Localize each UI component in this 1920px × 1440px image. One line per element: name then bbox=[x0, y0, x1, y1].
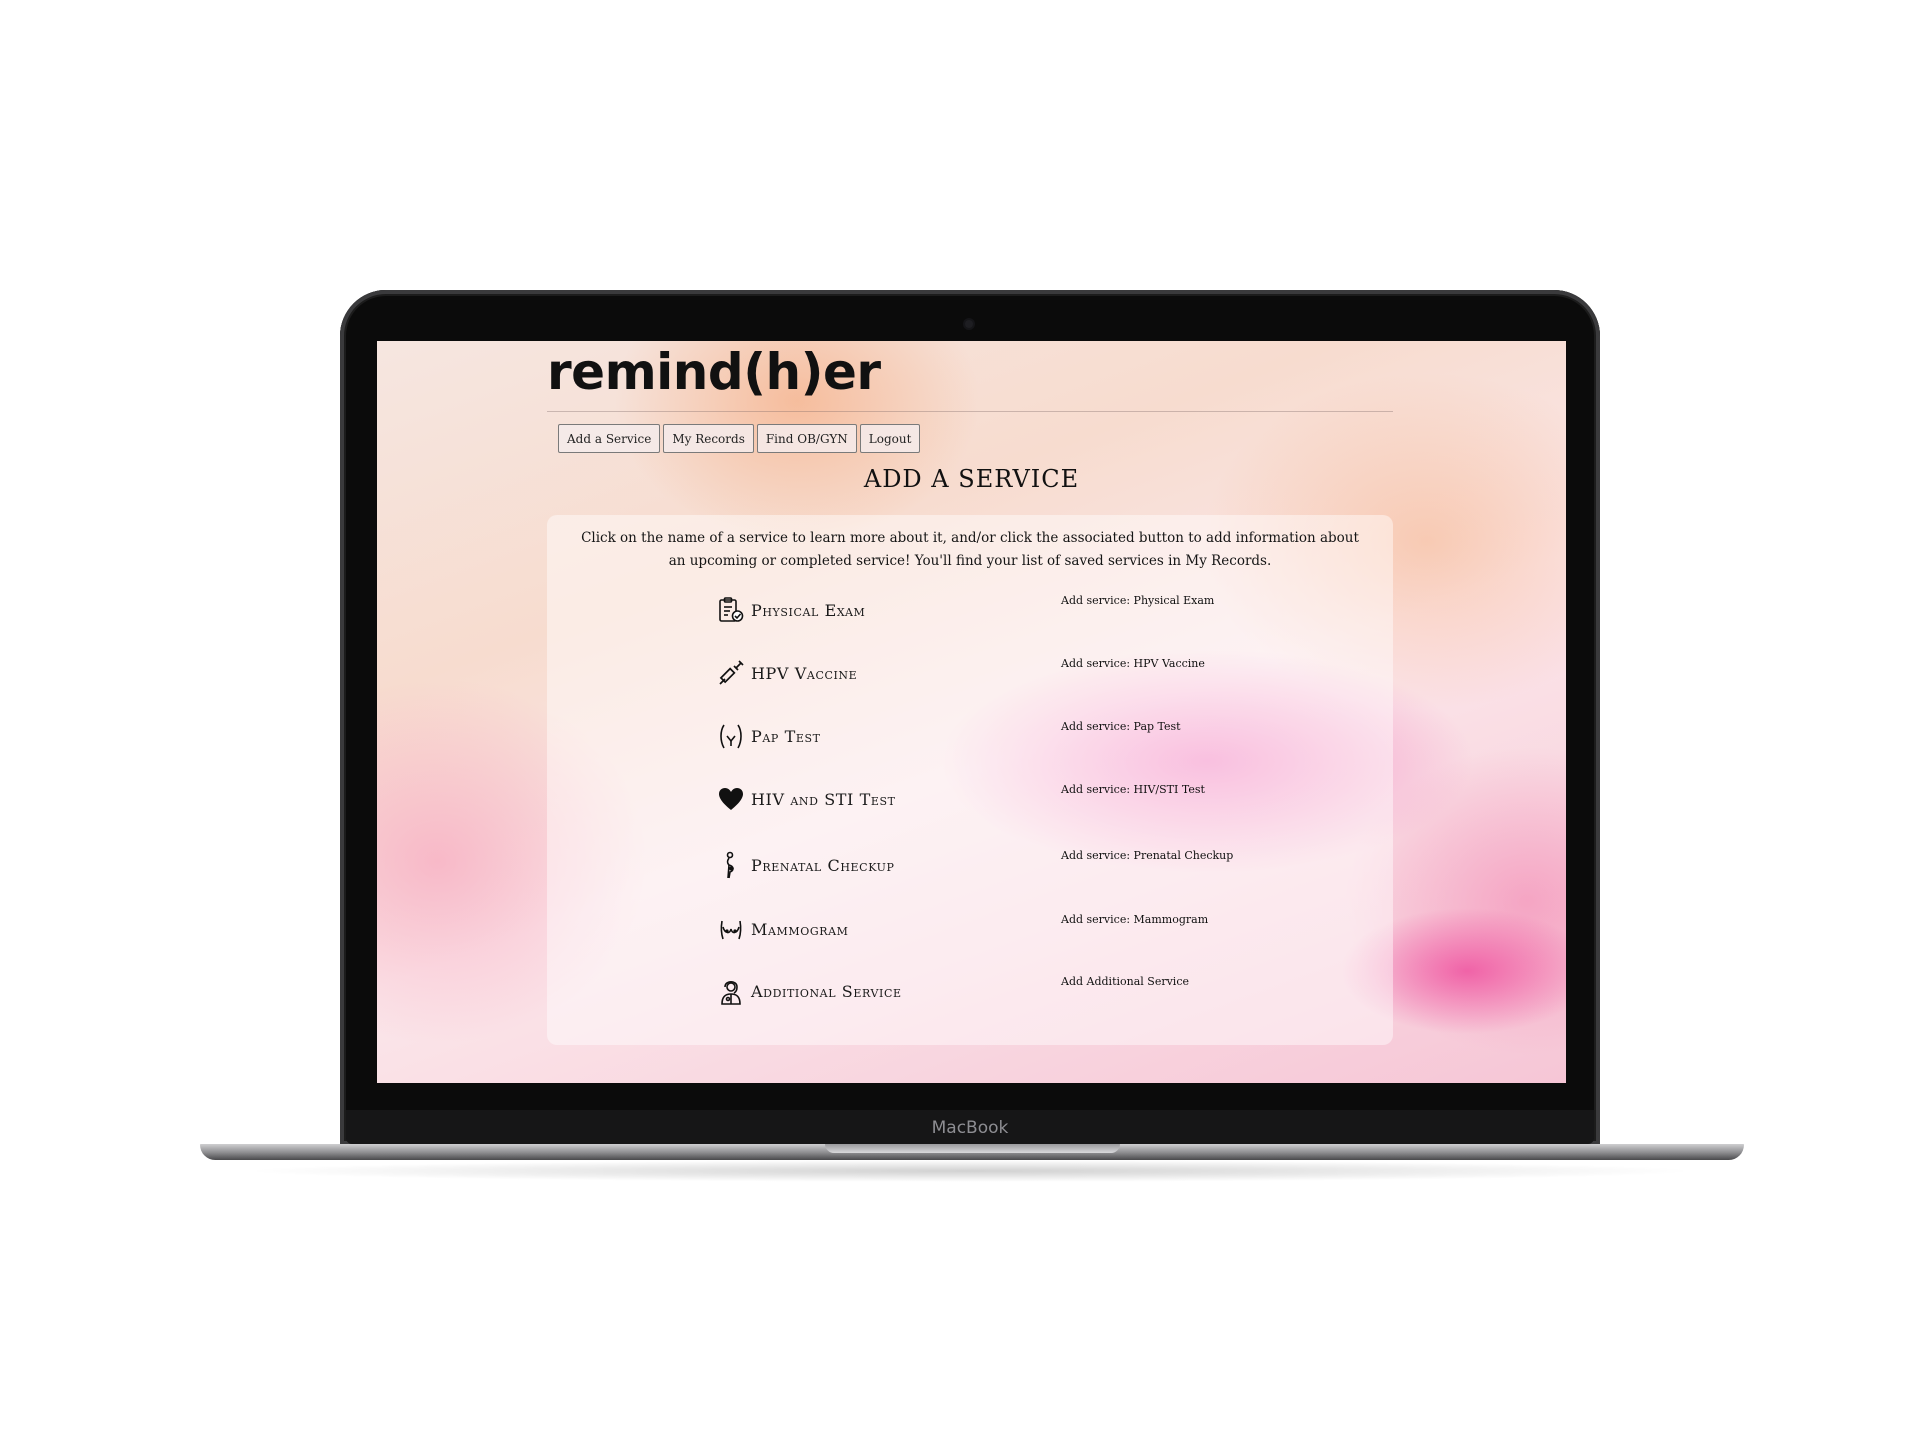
heart-icon bbox=[717, 785, 745, 813]
laptop-shadow bbox=[240, 1160, 1700, 1182]
service-row-hiv-sti-test: HIV and STI Test Add service: HIV/STI Te… bbox=[547, 781, 1393, 821]
add-additional-service-button[interactable]: Add Additional Service bbox=[1061, 975, 1189, 988]
add-service-prenatal-checkup-button[interactable]: Add service: Prenatal Checkup bbox=[1061, 849, 1233, 862]
camera-icon bbox=[965, 320, 973, 328]
service-name-label: Prenatal Checkup bbox=[751, 855, 895, 875]
service-link-hiv-sti-test[interactable]: HIV and STI Test bbox=[717, 785, 896, 813]
device-brand: MacBook bbox=[931, 1118, 1009, 1138]
service-link-physical-exam[interactable]: Physical Exam bbox=[717, 596, 865, 624]
nav-logout-button[interactable]: Logout bbox=[859, 424, 921, 453]
nav-find-obgyn-button[interactable]: Find OB/GYN bbox=[756, 424, 857, 453]
service-name-label: HIV and STI Test bbox=[751, 789, 896, 809]
service-link-mammogram[interactable]: Mammogram bbox=[717, 915, 849, 943]
service-link-prenatal-checkup[interactable]: Prenatal Checkup bbox=[717, 851, 895, 879]
service-name-label: Physical Exam bbox=[751, 600, 866, 620]
service-row-pap-test: Pap Test Add service: Pap Test bbox=[547, 718, 1393, 758]
service-row-prenatal-checkup: Prenatal Checkup Add service: Prenatal C… bbox=[547, 847, 1393, 887]
service-row-physical-exam: Physical Exam Add service: Physical Exam bbox=[547, 592, 1393, 632]
pelvis-icon bbox=[717, 722, 745, 750]
service-name-label: Pap Test bbox=[751, 726, 821, 746]
service-row-additional-service: Additional Service Add Additional Servic… bbox=[547, 973, 1393, 1013]
service-name-label: Mammogram bbox=[751, 919, 849, 939]
add-service-physical-exam-button[interactable]: Add service: Physical Exam bbox=[1061, 594, 1214, 607]
intro-text: Click on the name of a service to learn … bbox=[581, 530, 1359, 569]
pregnant-woman-icon bbox=[717, 851, 745, 879]
service-name-label: HPV Vaccine bbox=[751, 663, 858, 683]
screen: remind(h)er Add a Service My Records Fin… bbox=[377, 341, 1566, 1083]
add-service-mammogram-button[interactable]: Add service: Mammogram bbox=[1061, 913, 1208, 926]
syringe-icon bbox=[717, 659, 745, 687]
service-link-additional-service[interactable]: Additional Service bbox=[717, 977, 902, 1005]
doctor-icon bbox=[717, 977, 745, 1005]
add-service-pap-test-button[interactable]: Add service: Pap Test bbox=[1061, 720, 1181, 733]
laptop-notch bbox=[825, 1144, 1120, 1153]
header-divider bbox=[547, 411, 1393, 412]
service-row-hpv-vaccine: HPV Vaccine Add service: HPV Vaccine bbox=[547, 655, 1393, 695]
services-panel: Click on the name of a service to learn … bbox=[547, 515, 1393, 1045]
clipboard-check-icon bbox=[717, 596, 745, 624]
nav-bar: Add a Service My Records Find OB/GYN Log… bbox=[558, 424, 921, 453]
service-link-hpv-vaccine[interactable]: HPV Vaccine bbox=[717, 659, 857, 687]
laptop-base bbox=[200, 1144, 1744, 1160]
breast-icon bbox=[717, 915, 745, 943]
laptop-chin: MacBook bbox=[346, 1110, 1594, 1144]
page-title: ADD A SERVICE bbox=[863, 465, 1080, 493]
nav-my-records-button[interactable]: My Records bbox=[663, 424, 754, 453]
add-service-hiv-sti-test-button[interactable]: Add service: HIV/STI Test bbox=[1061, 783, 1205, 796]
app-logo[interactable]: remind(h)er bbox=[547, 343, 881, 401]
nav-add-service-button[interactable]: Add a Service bbox=[558, 424, 661, 453]
service-name-label: Additional Service bbox=[751, 981, 902, 1001]
service-link-pap-test[interactable]: Pap Test bbox=[717, 722, 821, 750]
add-service-hpv-vaccine-button[interactable]: Add service: HPV Vaccine bbox=[1061, 657, 1205, 670]
service-row-mammogram: Mammogram Add service: Mammogram bbox=[547, 911, 1393, 951]
